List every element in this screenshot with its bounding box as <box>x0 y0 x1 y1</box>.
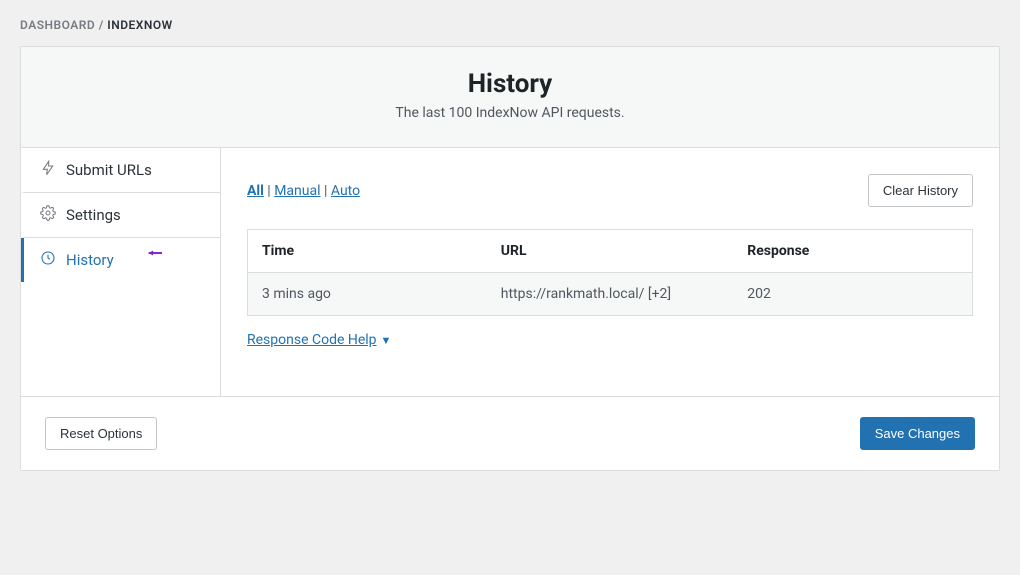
sidebar-item-history[interactable]: History <box>21 238 220 282</box>
breadcrumb: DASHBOARD / INDEXNOW <box>0 0 1020 46</box>
filter-manual[interactable]: Manual <box>274 183 320 199</box>
save-changes-button[interactable]: Save Changes <box>860 417 975 450</box>
chevron-down-icon: ▼ <box>381 334 392 347</box>
sidebar: Submit URLs Settings History <box>21 148 221 396</box>
cell-response: 202 <box>733 273 972 316</box>
cell-time: 3 mins ago <box>248 273 487 316</box>
table-row: 3 mins ago https://rankmath.local/ [+2] … <box>248 273 973 316</box>
sidebar-item-label: Settings <box>66 206 121 224</box>
main-content: All | Manual | Auto Clear History Time U… <box>221 148 999 396</box>
panel-body: Submit URLs Settings History <box>21 148 999 396</box>
arrow-pointer-icon <box>148 245 164 261</box>
history-table: Time URL Response 3 mins ago https://ran… <box>247 229 973 316</box>
page-title: History <box>41 69 979 99</box>
sidebar-item-settings[interactable]: Settings <box>21 193 220 238</box>
response-help-link[interactable]: Response Code Help <box>247 332 377 348</box>
settings-panel: History The last 100 IndexNow API reques… <box>20 46 1000 471</box>
cell-url: https://rankmath.local/ [+2] <box>487 273 734 316</box>
col-url: URL <box>487 230 734 273</box>
panel-header: History The last 100 IndexNow API reques… <box>21 47 999 148</box>
filter-sep: | <box>264 183 274 199</box>
sidebar-item-label: Submit URLs <box>66 161 152 179</box>
filter-links: All | Manual | Auto <box>247 183 360 199</box>
sidebar-item-submit-urls[interactable]: Submit URLs <box>21 148 220 193</box>
clear-history-button[interactable]: Clear History <box>868 174 973 207</box>
breadcrumb-current: INDEXNOW <box>107 18 172 32</box>
clock-icon <box>40 250 56 270</box>
bolt-icon <box>40 160 56 180</box>
col-time: Time <box>248 230 487 273</box>
col-response: Response <box>733 230 972 273</box>
filter-auto[interactable]: Auto <box>331 183 360 199</box>
reset-options-button[interactable]: Reset Options <box>45 417 157 450</box>
gear-icon <box>40 205 56 225</box>
breadcrumb-sep: / <box>95 18 107 32</box>
breadcrumb-root[interactable]: DASHBOARD <box>20 18 95 32</box>
panel-footer: Reset Options Save Changes <box>21 396 999 470</box>
response-help: Response Code Help ▼ <box>247 332 973 348</box>
filter-row: All | Manual | Auto Clear History <box>247 174 973 207</box>
filter-sep: | <box>321 183 331 199</box>
sidebar-item-label: History <box>66 251 114 269</box>
page-subtitle: The last 100 IndexNow API requests. <box>41 105 979 121</box>
filter-all[interactable]: All <box>247 183 264 199</box>
